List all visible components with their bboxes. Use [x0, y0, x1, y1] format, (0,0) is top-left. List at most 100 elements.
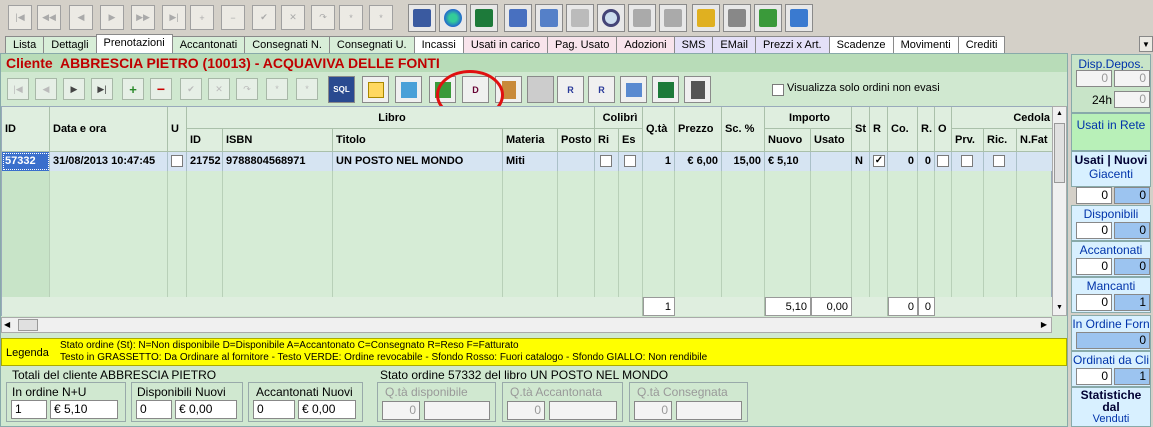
delete-button[interactable]: − — [221, 5, 245, 30]
document-edit-icon[interactable] — [408, 4, 436, 32]
cell-ri[interactable] — [595, 152, 619, 171]
col-r2-header[interactable]: R. — [918, 107, 935, 152]
refresh-order-button[interactable]: ↷ — [236, 78, 258, 100]
tab-usati-in-carico[interactable]: Usati in carico — [462, 36, 548, 53]
list-edit-icon[interactable] — [362, 76, 389, 103]
col-co-header[interactable]: Co. — [888, 107, 918, 152]
col-u-header[interactable]: U — [168, 107, 187, 152]
cell-es[interactable] — [619, 152, 643, 171]
tab-adozioni[interactable]: Adozioni — [616, 36, 675, 53]
add-order-button[interactable]: + — [122, 78, 144, 100]
last-record-button[interactable]: ▶| — [162, 5, 186, 30]
cell-co[interactable]: 0 — [888, 152, 918, 171]
cell-r[interactable]: ✓ — [870, 152, 888, 171]
col-prv-header[interactable]: Prv. — [952, 129, 984, 152]
printer-icon[interactable] — [723, 4, 751, 32]
first-record-button[interactable]: |◀ — [8, 5, 32, 30]
prev-page-button[interactable]: ◀◀ — [37, 5, 61, 30]
col-materia-header[interactable]: Materia — [503, 129, 558, 152]
statistiche-box[interactable]: Statistiche dal Venduti — [1071, 387, 1151, 427]
cell-sconto[interactable]: 15,00 — [722, 152, 765, 171]
report-grid-icon[interactable] — [504, 4, 532, 32]
tab-consegnati-u[interactable]: Consegnati U. — [328, 36, 415, 53]
scroll-up-icon[interactable]: ▲ — [1053, 107, 1066, 121]
filter-icon[interactable] — [620, 76, 647, 103]
cancel-order-button[interactable]: ✕ — [208, 78, 230, 100]
add-button[interactable]: + — [190, 5, 214, 30]
search-icon[interactable] — [597, 4, 625, 32]
cell-qta[interactable]: 1 — [643, 152, 675, 171]
next-page-button[interactable]: ▶▶ — [131, 5, 155, 30]
tab-email[interactable]: EMail — [712, 36, 756, 53]
tab-scroll-down-icon[interactable]: ▼ — [1139, 36, 1153, 52]
disabled-icon[interactable] — [527, 76, 554, 103]
cell-u[interactable] — [168, 152, 187, 171]
tab-incassi[interactable]: Incassi — [413, 36, 464, 53]
scroll-right-icon[interactable]: ▶ — [1041, 318, 1047, 332]
pin-disabled-icon[interactable] — [628, 4, 656, 32]
prev-record-button[interactable]: ◀ — [69, 5, 93, 30]
bookmark-order-button[interactable]: * — [266, 78, 288, 100]
confirm-order-button[interactable]: ✔ — [180, 78, 202, 100]
money-icon[interactable] — [754, 4, 782, 32]
col-id-header[interactable]: ID — [2, 107, 50, 152]
cell-prv[interactable] — [952, 152, 984, 171]
bookmark-button[interactable]: * — [339, 5, 363, 30]
ri-checkbox[interactable] — [600, 155, 612, 167]
grid-vertical-scrollbar[interactable]: ▲ ▼ — [1052, 106, 1067, 316]
cell-titolo[interactable]: UN POSTO NEL MONDO — [333, 152, 503, 171]
books-icon[interactable] — [395, 76, 422, 103]
cell-o[interactable] — [935, 152, 952, 171]
scroll-left-icon[interactable]: ◀ — [4, 318, 10, 332]
cell-nfat[interactable] — [1017, 152, 1053, 171]
scroll-down-icon[interactable]: ▼ — [1053, 301, 1066, 315]
tab-lista[interactable]: Lista — [5, 36, 45, 53]
col-posto-header[interactable]: Posto — [558, 129, 595, 152]
report-r-icon[interactable]: R — [557, 76, 584, 103]
tab-consegnati-n[interactable]: Consegnati N. — [244, 36, 330, 53]
usato-checkbox[interactable] — [171, 155, 183, 167]
sql-button[interactable]: SQL — [328, 76, 355, 103]
confirm-button[interactable]: ✔ — [252, 5, 276, 30]
cell-data[interactable]: 31/08/2013 10:47:45 — [50, 152, 168, 171]
col-ri-header[interactable]: Ri — [595, 129, 619, 152]
report-disabled-icon[interactable] — [566, 4, 594, 32]
globe-icon[interactable] — [439, 4, 467, 32]
col-nfat-header[interactable]: N.Fat — [1017, 129, 1053, 152]
es-checkbox[interactable] — [624, 155, 636, 167]
cell-ric[interactable] — [984, 152, 1017, 171]
grid-horizontal-scrollbar[interactable]: ◀ ▶ — [1, 317, 1052, 333]
prev-order-button[interactable]: ◀ — [35, 78, 57, 100]
col-prezzo-header[interactable]: Prezzo — [675, 107, 722, 152]
col-libro-id-header[interactable]: ID — [187, 129, 223, 152]
col-nuovo-header[interactable]: Nuovo — [765, 129, 811, 152]
report-edit-icon[interactable] — [535, 4, 563, 32]
excel-export-icon[interactable] — [470, 4, 498, 32]
col-st-header[interactable]: St — [852, 107, 870, 152]
delete-order-button[interactable]: − — [150, 78, 172, 100]
tab-pag-usato[interactable]: Pag. Usato — [546, 36, 618, 53]
tab-scadenze[interactable]: Scadenze — [828, 36, 894, 53]
last-order-button[interactable]: ▶| — [91, 78, 113, 100]
bookmark-goto-order-button[interactable]: * — [296, 78, 318, 100]
col-o-header[interactable]: O — [935, 107, 952, 152]
tab-dettagli[interactable]: Dettagli — [43, 36, 97, 53]
calculator-icon[interactable] — [684, 76, 711, 103]
tab-prezzi-x-art[interactable]: Prezzi x Art. — [754, 36, 830, 53]
next-record-button[interactable]: ▶ — [100, 5, 124, 30]
cell-id[interactable]: 57332 — [2, 152, 50, 171]
exit-door-icon[interactable] — [785, 4, 813, 32]
cell-r2[interactable]: 0 — [918, 152, 935, 171]
next-order-button[interactable]: ▶ — [63, 78, 85, 100]
first-order-button[interactable]: |◀ — [7, 78, 29, 100]
cell-isbn[interactable]: 9788804568971 — [223, 152, 333, 171]
tab-accantonati[interactable]: Accantonati — [171, 36, 246, 53]
tab-sms[interactable]: SMS — [673, 36, 714, 53]
cell-st[interactable]: N — [852, 152, 870, 171]
only-open-checkbox[interactable] — [772, 84, 784, 96]
import-icon[interactable] — [692, 4, 720, 32]
excel-icon[interactable] — [652, 76, 679, 103]
hscroll-thumb[interactable] — [18, 319, 38, 331]
reso-checkbox[interactable]: ✓ — [873, 155, 885, 167]
col-isbn-header[interactable]: ISBN — [223, 129, 333, 152]
